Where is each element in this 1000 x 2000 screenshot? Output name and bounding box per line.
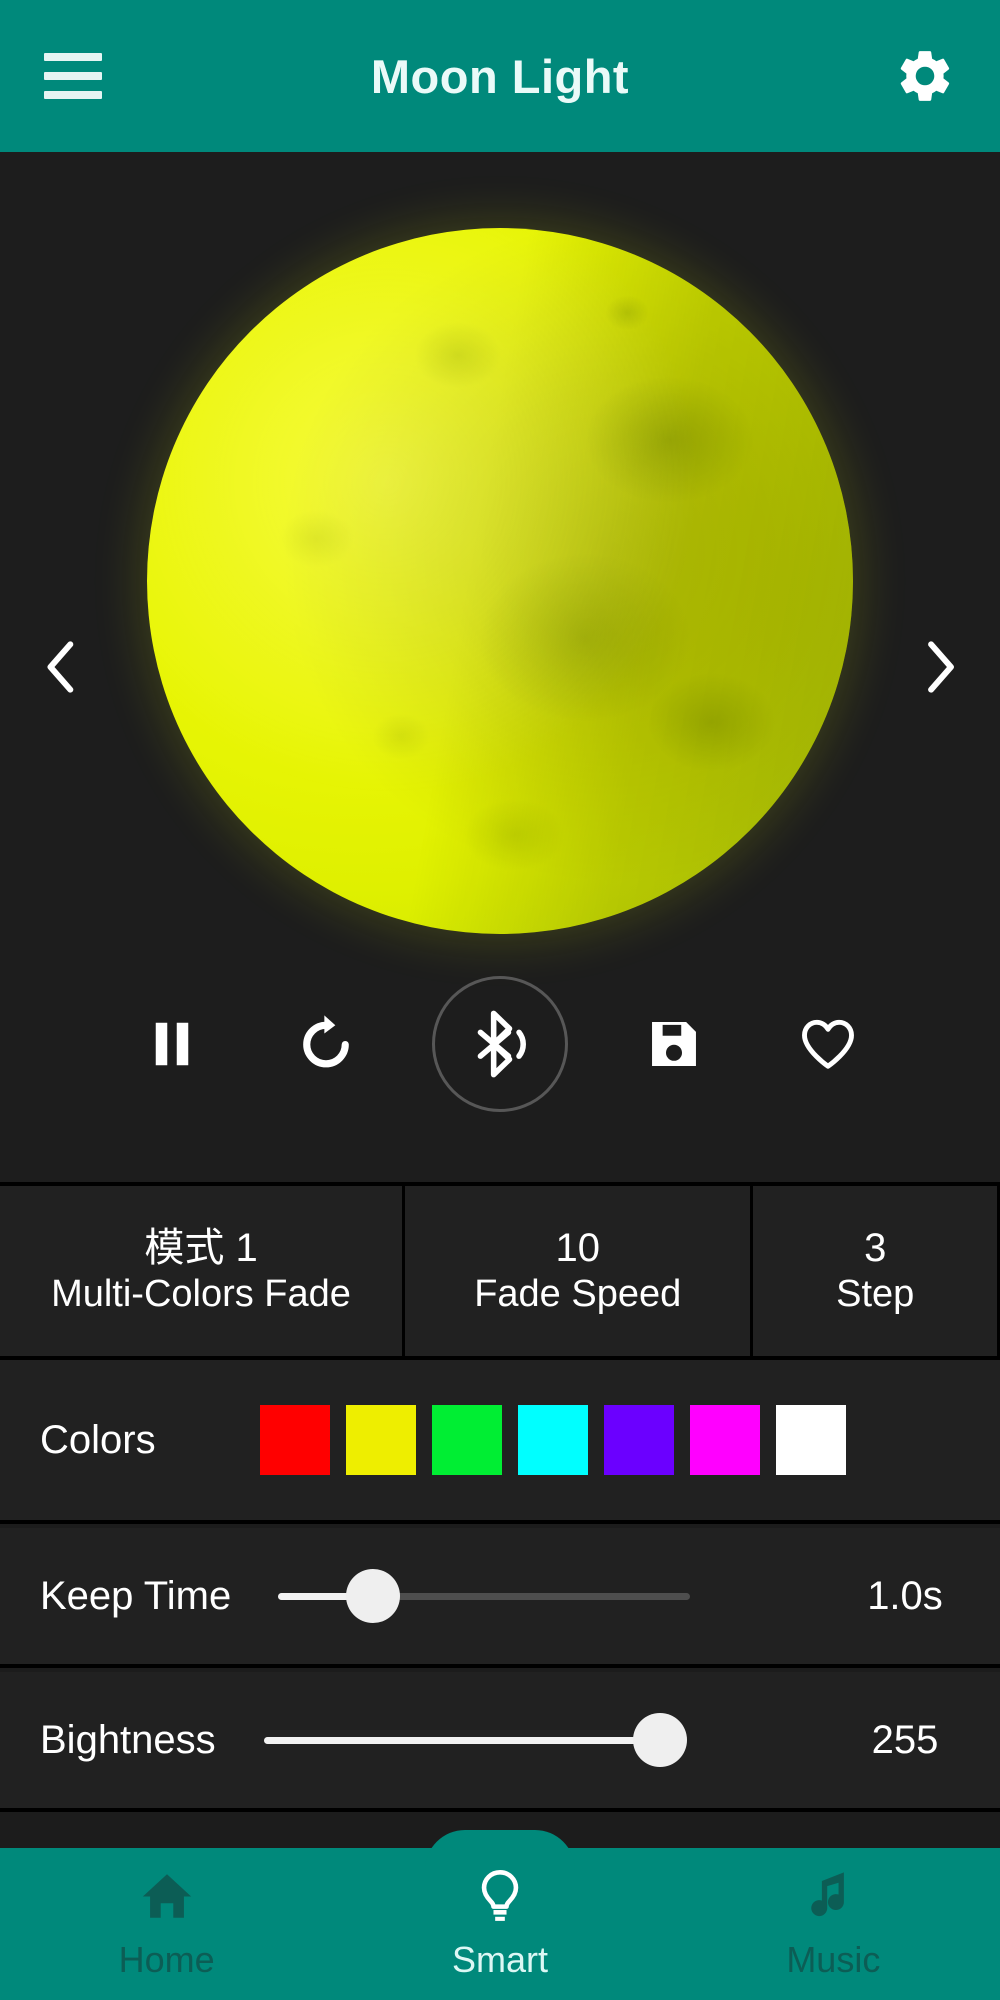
brightness-value: 255 bbox=[871, 1717, 939, 1762]
chevron-left-icon bbox=[47, 641, 74, 693]
page-title: Moon Light bbox=[370, 49, 630, 103]
app-header: Moon Light bbox=[0, 0, 1000, 152]
bluetooth-audio-button[interactable] bbox=[432, 976, 568, 1112]
refresh-icon bbox=[303, 1015, 349, 1068]
hamburger-bar bbox=[44, 91, 102, 99]
heart-outline-icon bbox=[802, 1019, 854, 1069]
slider-thumb[interactable] bbox=[633, 1713, 687, 1767]
slider-thumb[interactable] bbox=[346, 1569, 400, 1623]
color-swatch-cyan[interactable] bbox=[518, 1405, 588, 1475]
mode-value: 模式 1 bbox=[144, 1225, 258, 1270]
nav-label: Music bbox=[786, 1939, 881, 1980]
mode-value: 10 bbox=[555, 1225, 600, 1270]
hamburger-menu-icon[interactable] bbox=[44, 53, 102, 99]
moon-shading-overlay bbox=[147, 228, 853, 934]
brightness-label: Bightness bbox=[40, 1717, 216, 1762]
pause-button[interactable] bbox=[124, 996, 220, 1092]
bulb-icon bbox=[481, 1870, 519, 1921]
mode-label: Fade Speed bbox=[474, 1273, 682, 1316]
mode-label: Multi-Colors Fade bbox=[51, 1273, 351, 1316]
lamp-preview-stage bbox=[0, 152, 1000, 1182]
hamburger-bar bbox=[44, 53, 102, 61]
color-swatch-violet[interactable] bbox=[604, 1405, 674, 1475]
colors-row: Colors bbox=[0, 1360, 1000, 1524]
save-floppy-icon bbox=[652, 1022, 696, 1066]
nav-item-smart[interactable]: Smart bbox=[333, 1848, 666, 2000]
chevron-right-icon bbox=[928, 641, 954, 693]
brightness-row: Bightness 255 bbox=[0, 1672, 1000, 1812]
bottom-navigation: Home Smart Music bbox=[0, 1830, 1000, 2000]
color-swatch-yellow[interactable] bbox=[346, 1405, 416, 1475]
mode-label: Step bbox=[836, 1273, 915, 1316]
color-swatch-green[interactable] bbox=[432, 1405, 502, 1475]
color-swatch-red[interactable] bbox=[260, 1405, 330, 1475]
gear-icon[interactable] bbox=[894, 45, 956, 107]
colors-label: Colors bbox=[40, 1417, 156, 1462]
nav-item-home[interactable]: Home bbox=[0, 1848, 333, 2000]
playback-controls bbox=[0, 974, 1000, 1114]
moon-image-container bbox=[0, 226, 1000, 936]
hamburger-bar bbox=[44, 72, 102, 80]
refresh-button[interactable] bbox=[278, 996, 374, 1092]
nav-label: Smart bbox=[451, 1939, 548, 1980]
color-swatch-list bbox=[260, 1405, 846, 1475]
nav-item-music[interactable]: Music bbox=[667, 1848, 1000, 2000]
mode-cell-fade-speed[interactable]: 10 Fade Speed bbox=[405, 1186, 754, 1356]
home-icon bbox=[142, 1874, 191, 1918]
save-button[interactable] bbox=[626, 996, 722, 1092]
keep-time-label: Keep Time bbox=[40, 1573, 232, 1618]
favorite-button[interactable] bbox=[780, 996, 876, 1092]
keep-time-row: Keep Time 1.0s bbox=[0, 1528, 1000, 1668]
keep-time-slider[interactable] bbox=[260, 1551, 810, 1641]
keep-time-value: 1.0s bbox=[867, 1573, 943, 1618]
color-swatch-white[interactable] bbox=[776, 1405, 846, 1475]
mode-summary-row: 模式 1 Multi-Colors Fade 10 Fade Speed 3 S… bbox=[0, 1182, 1000, 1360]
brightness-slider[interactable] bbox=[260, 1695, 810, 1785]
music-note-icon bbox=[811, 1872, 845, 1917]
mode-cell-step[interactable]: 3 Step bbox=[753, 1186, 1000, 1356]
mode-value: 3 bbox=[864, 1225, 887, 1270]
color-swatch-magenta[interactable] bbox=[690, 1405, 760, 1475]
slider-fill bbox=[264, 1736, 660, 1744]
nav-label: Home bbox=[118, 1939, 215, 1980]
pause-icon bbox=[155, 1022, 189, 1066]
moon-lamp-image bbox=[147, 228, 853, 934]
bluetooth-audio-icon bbox=[477, 1010, 526, 1078]
mode-cell-pattern[interactable]: 模式 1 Multi-Colors Fade bbox=[0, 1186, 406, 1356]
app-root: Moon Light 模式 1 Multi-Colors Fade 10 Fad… bbox=[0, 0, 1000, 2000]
